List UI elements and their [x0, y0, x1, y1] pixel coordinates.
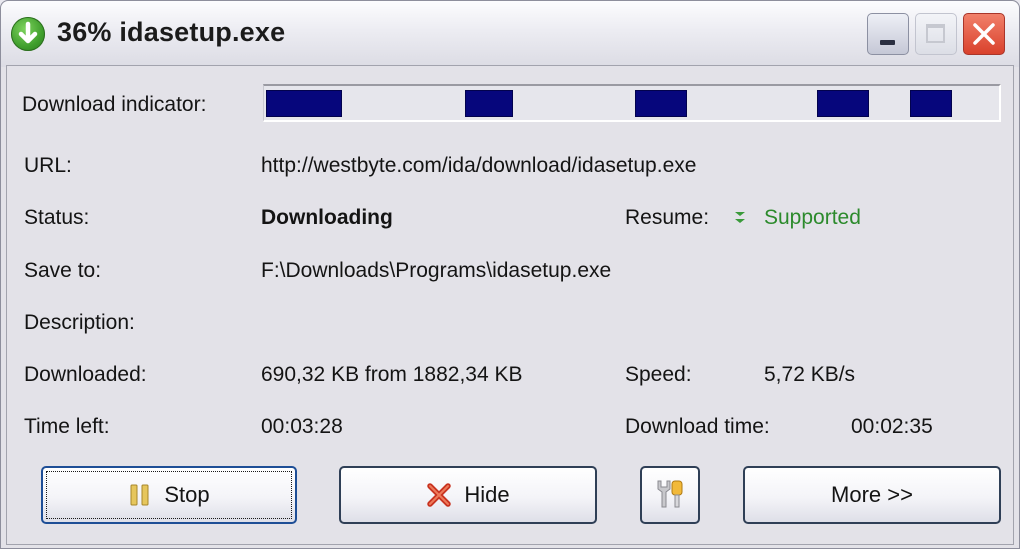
stop-button-label: Stop — [164, 482, 210, 507]
time-left-label: Time left: — [24, 415, 110, 438]
download-arrow-icon — [11, 17, 45, 51]
window-title: 36% idasetup.exe — [57, 17, 286, 47]
status-label: Status: — [24, 206, 90, 229]
status-value: Downloading — [261, 206, 393, 229]
resume-label: Resume: — [625, 206, 710, 229]
double-chevron-down-icon — [735, 212, 745, 223]
hide-button[interactable]: Hide — [339, 466, 597, 524]
speed-value: 5,72 KB/s — [764, 363, 856, 386]
download-panel: Download indicator: URL: http://westbyte… — [6, 65, 1014, 545]
url-label: URL: — [24, 154, 72, 177]
pause-icon — [130, 484, 149, 506]
description-label: Description: — [24, 311, 135, 334]
indicator-segment — [635, 90, 687, 117]
close-icon — [973, 23, 995, 45]
save-to-label: Save to: — [24, 259, 102, 282]
tools-button[interactable] — [640, 466, 700, 524]
more-button-label: More >> — [831, 482, 913, 507]
close-button[interactable] — [963, 13, 1005, 55]
download-time-value: 00:02:35 — [851, 415, 933, 438]
resume-value: Supported — [764, 206, 861, 229]
time-left-value: 00:03:28 — [261, 415, 343, 438]
minimize-button[interactable] — [867, 13, 909, 55]
url-value: http://westbyte.com/ida/download/idasetu… — [261, 154, 697, 177]
download-indicator — [263, 84, 1001, 122]
indicator-segment — [266, 90, 342, 117]
downloaded-value: 690,32 KB from 1882,34 KB — [261, 363, 523, 386]
stop-button[interactable]: Stop — [41, 466, 297, 524]
red-x-icon — [427, 483, 452, 507]
title-bar[interactable]: 36% idasetup.exe — [1, 1, 1019, 67]
more-button[interactable]: More >> — [743, 466, 1001, 524]
tools-icon — [657, 480, 683, 508]
indicator-segment — [817, 90, 869, 117]
indicator-label: Download indicator: — [22, 93, 207, 116]
save-to-value: F:\Downloads\Programs\idasetup.exe — [261, 259, 612, 282]
downloaded-label: Downloaded: — [24, 363, 147, 386]
hide-button-label: Hide — [464, 482, 510, 507]
maximize-button[interactable] — [915, 13, 957, 55]
download-window: 36% idasetup.exe Download indicator: URL… — [0, 0, 1020, 549]
indicator-segment — [465, 90, 513, 117]
download-time-label: Download time: — [625, 415, 770, 438]
indicator-segment — [910, 90, 952, 117]
speed-label: Speed: — [625, 363, 692, 386]
